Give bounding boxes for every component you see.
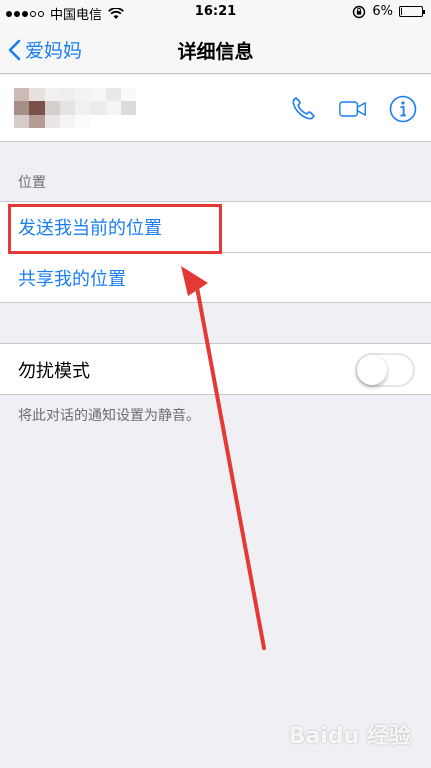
watermark: Baidu 经验 <box>288 724 411 749</box>
annotation-arrow <box>181 266 266 650</box>
